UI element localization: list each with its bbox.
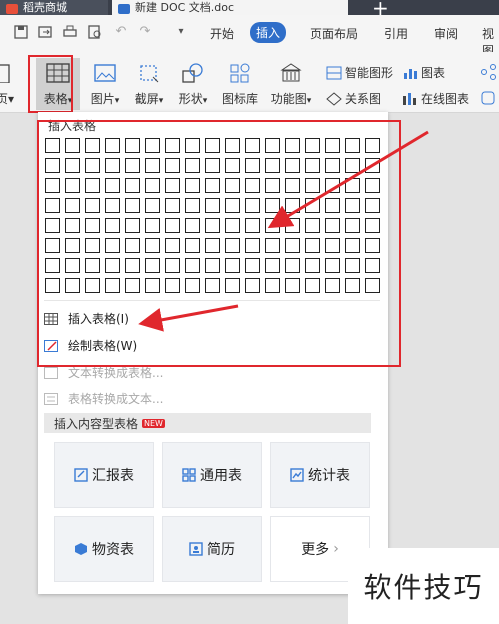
table-button-highlight xyxy=(28,55,73,113)
resume-label: 简历 xyxy=(207,542,235,558)
tab-document-label: 新建 DOC 文档.doc xyxy=(135,1,235,14)
quick-access-dropdown-icon[interactable]: ▾ xyxy=(174,25,188,39)
chevron-right-icon: › xyxy=(333,541,339,557)
screenshot-icon xyxy=(130,60,168,86)
table-to-text-icon xyxy=(44,392,58,405)
box-icon xyxy=(74,542,88,556)
onlinechart-label: 在线图表 xyxy=(421,92,470,106)
ribbon: 页▾ 表格▾ 图片▾ 截屏▾ 形状▾ 图标库 功能图▾ 智能图形 图表 关系图 xyxy=(0,52,499,113)
new-badge: NEW xyxy=(142,418,165,428)
page-button-label: 页 xyxy=(0,92,8,106)
onlinechart-icon xyxy=(402,92,418,106)
preview-icon[interactable] xyxy=(88,25,102,39)
undo-icon[interactable]: ↶ xyxy=(114,25,128,39)
more-label: 更多 xyxy=(301,542,330,558)
print-icon[interactable] xyxy=(63,25,77,39)
tab-bar: 稻壳商城 新建 DOC 文档.doc + xyxy=(0,0,499,15)
menu-references[interactable]: 引用 xyxy=(384,25,408,42)
menu-review[interactable]: 审阅 xyxy=(434,25,458,42)
export-icon[interactable] xyxy=(38,25,52,39)
menu-page-layout[interactable]: 页面布局 xyxy=(310,25,358,42)
shape-button[interactable]: 形状▾ xyxy=(174,60,212,107)
smartart-button[interactable]: 智能图形 xyxy=(326,64,393,81)
shape-button-label: 形状 xyxy=(178,92,203,106)
relation-label: 关系图 xyxy=(345,92,382,106)
store-logo-icon xyxy=(6,4,18,14)
chart-icon xyxy=(402,66,418,80)
menu-insert[interactable]: 插入 xyxy=(250,22,287,43)
picture-button-label: 图片 xyxy=(90,92,115,106)
iconlib-button-label: 图标库 xyxy=(221,92,258,106)
grid-highlight xyxy=(37,120,401,367)
menu-bar: ↶ ↷ ▾ 开始 插入 页面布局 引用 审阅 视图 xyxy=(0,15,499,58)
iconlib-icon xyxy=(220,60,260,86)
redo-icon[interactable]: ↷ xyxy=(138,25,152,39)
statistics-table-label: 统计表 xyxy=(308,468,350,484)
page-button[interactable]: 页▾ xyxy=(0,60,16,107)
funcchart-icon xyxy=(268,60,314,86)
statistics-table-card[interactable]: 统计表 xyxy=(270,442,370,508)
picture-button[interactable]: 图片▾ xyxy=(86,60,124,107)
iconlib-button[interactable]: 图标库 xyxy=(220,60,260,107)
chart-label: 图表 xyxy=(421,66,446,80)
table-to-text-item[interactable]: 表格转换成文本... xyxy=(44,390,163,407)
grid-icon xyxy=(182,468,196,482)
tab-document[interactable]: 新建 DOC 文档.doc xyxy=(112,0,348,15)
materials-table-card[interactable]: 物资表 xyxy=(54,516,154,582)
tab-store-label: 稻壳商城 xyxy=(23,1,67,14)
relation-button[interactable]: 关系图 xyxy=(326,90,381,107)
menu-start[interactable]: 开始 xyxy=(210,25,234,42)
share-icon[interactable] xyxy=(480,64,496,80)
report-table-card[interactable]: 汇报表 xyxy=(54,442,154,508)
report-table-label: 汇报表 xyxy=(92,468,134,484)
text-to-table-icon xyxy=(44,366,58,379)
funcchart-button-label: 功能图 xyxy=(270,92,307,106)
watermark: 软件技巧 xyxy=(348,548,499,624)
content-table-section: 插入内容型表格 NEW xyxy=(44,413,371,433)
resume-icon xyxy=(189,542,203,556)
tab-store[interactable]: 稻壳商城 xyxy=(0,0,108,15)
new-tab-button[interactable]: + xyxy=(372,0,389,15)
general-table-card[interactable]: 通用表 xyxy=(162,442,262,508)
relation-icon xyxy=(326,91,342,106)
chart-icon xyxy=(290,468,304,482)
more-ribbon-icon[interactable] xyxy=(480,90,496,106)
smartart-label: 智能图形 xyxy=(345,66,394,80)
doc-icon xyxy=(118,4,130,14)
content-section-title: 插入内容型表格 xyxy=(54,416,139,431)
funcchart-button[interactable]: 功能图▾ xyxy=(268,60,314,107)
chart-button[interactable]: 图表 xyxy=(402,64,445,81)
table-to-text-label: 表格转换成文本... xyxy=(68,392,164,406)
materials-table-label: 物资表 xyxy=(92,542,134,558)
screenshot-button[interactable]: 截屏▾ xyxy=(130,60,168,107)
screenshot-button-label: 截屏 xyxy=(134,92,159,106)
report-icon xyxy=(74,468,88,482)
general-table-label: 通用表 xyxy=(200,468,242,484)
smartart-icon xyxy=(326,66,342,80)
picture-icon xyxy=(86,60,124,86)
save-icon[interactable] xyxy=(14,25,28,39)
shape-icon xyxy=(174,60,212,86)
resume-card[interactable]: 简历 xyxy=(162,516,262,582)
onlinechart-button[interactable]: 在线图表 xyxy=(402,90,469,107)
